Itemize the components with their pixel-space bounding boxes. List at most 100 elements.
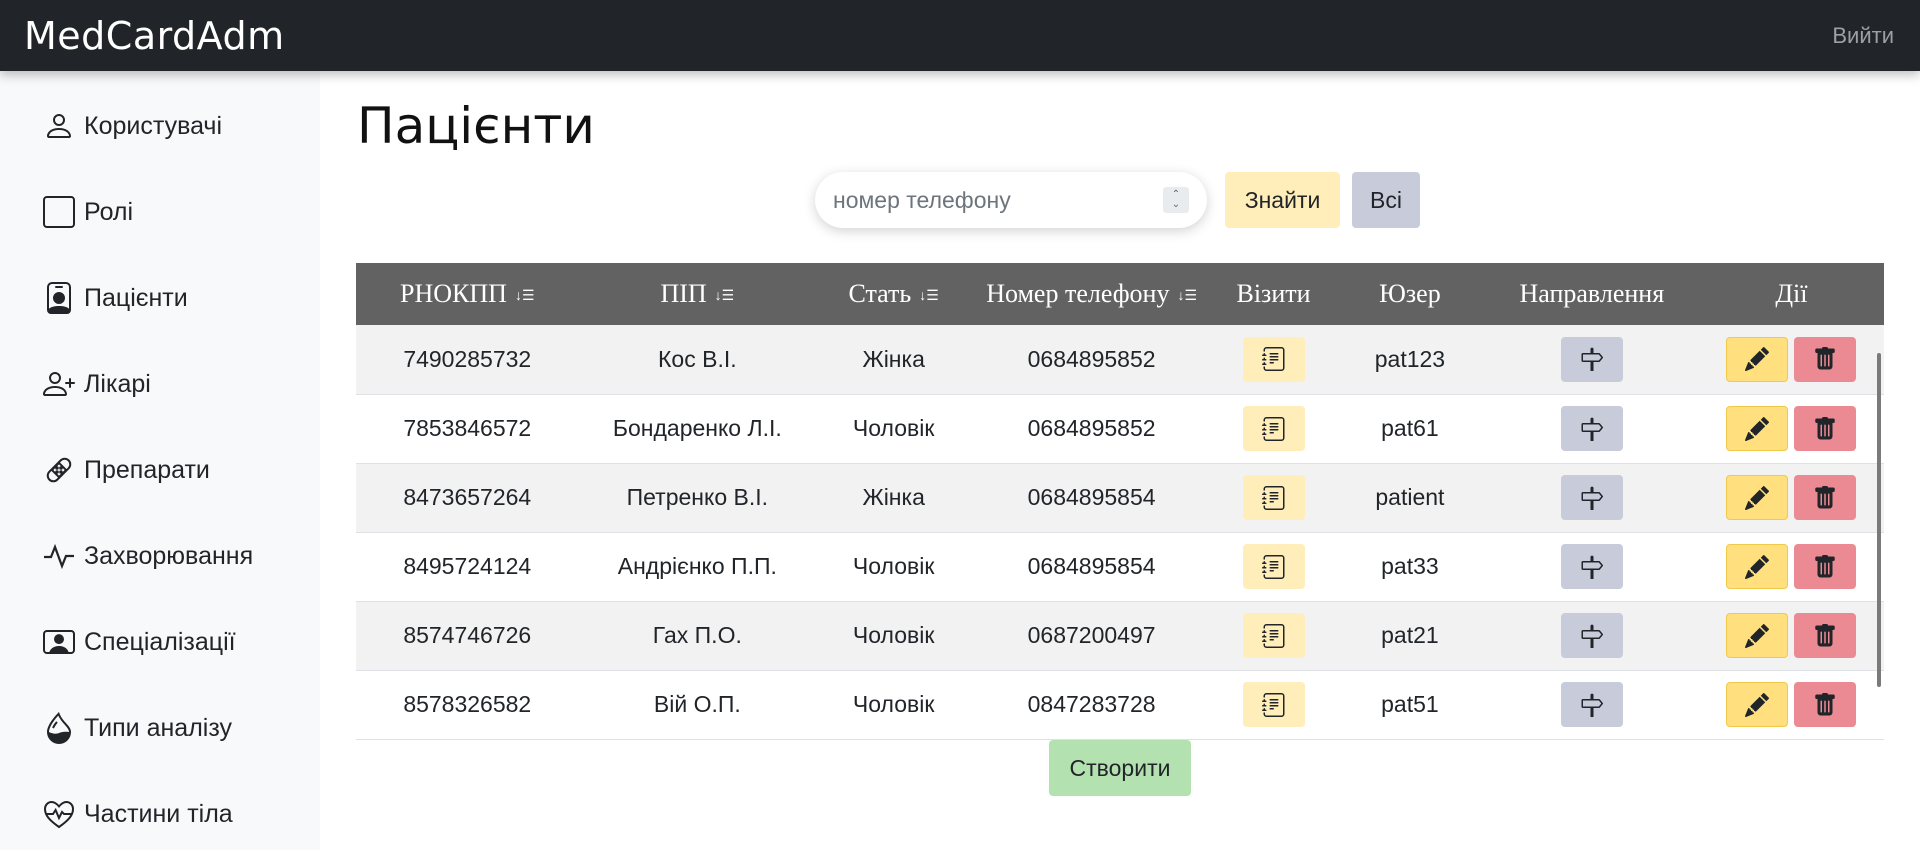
column-header-phone[interactable]: Номер телефону ↓☰	[971, 263, 1212, 325]
edit-button[interactable]	[1726, 613, 1789, 658]
create-button[interactable]: Створити	[1049, 740, 1191, 796]
visits-button[interactable]	[1242, 613, 1305, 658]
edit-button[interactable]	[1726, 336, 1789, 382]
cell-visits	[1212, 601, 1335, 670]
page-title: Пацієнти	[357, 97, 595, 155]
search-placeholder: номер телефону	[833, 186, 1011, 213]
cell-visits	[1212, 325, 1335, 394]
top-navbar: MedCardAdm Вийти	[0, 0, 1920, 71]
cell-gender: Жінка	[862, 484, 925, 510]
delete-button[interactable]	[1794, 406, 1857, 451]
referral-button[interactable]	[1560, 544, 1623, 589]
sidebar-item-label: Типи аналізу	[84, 713, 233, 742]
sidebar-item-label: Ролі	[84, 197, 134, 226]
find-button[interactable]: Знайти	[1225, 172, 1340, 228]
edit-button[interactable]	[1726, 682, 1789, 727]
brand-logo[interactable]: MedCardAdm	[24, 14, 285, 58]
sidebar-item-roles[interactable]: Ролі	[0, 169, 320, 255]
journal-text-icon	[1261, 416, 1284, 441]
table-scrollbar[interactable]	[1877, 353, 1881, 687]
referral-button[interactable]	[1560, 613, 1623, 658]
journal-text-icon	[1261, 623, 1284, 648]
sidebar-item-diseases[interactable]: Захворювання	[0, 513, 320, 599]
edit-button[interactable]	[1726, 475, 1789, 520]
cell-actions	[1699, 463, 1884, 532]
trash-icon	[1815, 554, 1836, 577]
visits-button[interactable]	[1242, 475, 1305, 520]
sidebar-item-analysis-types[interactable]: Типи аналізу	[0, 685, 320, 771]
sidebar-item-patients[interactable]: Пацієнти	[0, 255, 320, 341]
cell-actions	[1699, 532, 1884, 601]
visits-button[interactable]	[1242, 336, 1305, 382]
journal-text-icon	[1261, 485, 1284, 510]
signpost-icon	[1581, 624, 1603, 648]
sidebar-item-medicines[interactable]: Препарати	[0, 427, 320, 513]
cell-name: Бондаренко Л.І.	[612, 415, 782, 441]
sidebar-item-label: Частини тіла	[84, 799, 233, 828]
sidebar-item-doctors[interactable]: Лікарі	[0, 341, 320, 427]
column-header-visits: Візити	[1236, 279, 1311, 308]
sidebar-item-specializations[interactable]: Спеціалізації	[0, 599, 320, 685]
bandage-icon	[42, 453, 76, 487]
person-video-icon	[42, 625, 76, 659]
delete-button[interactable]	[1794, 544, 1857, 589]
column-header-name[interactable]: ПІП ↓☰	[579, 263, 817, 325]
visits-button[interactable]	[1242, 544, 1305, 589]
square-icon	[42, 195, 76, 229]
referral-button[interactable]	[1560, 406, 1623, 451]
table-row: 8578326582 Вій О.П. Чоловік 0847283728 p…	[356, 670, 1884, 739]
referral-button[interactable]	[1560, 336, 1623, 382]
sidebar-item-users[interactable]: Користувачі	[0, 83, 320, 169]
referral-button[interactable]	[1560, 682, 1623, 727]
signpost-icon	[1581, 486, 1603, 510]
cell-user: pat33	[1381, 553, 1439, 579]
sort-icon[interactable]: ↓☰	[515, 288, 535, 305]
delete-button[interactable]	[1794, 613, 1857, 658]
cell-user: pat51	[1381, 691, 1439, 717]
referral-button[interactable]	[1560, 475, 1623, 520]
column-header-rnokpp[interactable]: РНОКПП ↓☰	[356, 263, 579, 325]
cell-actions	[1699, 394, 1884, 463]
signpost-icon	[1581, 555, 1603, 579]
phone-search-input[interactable]: номер телефону ⌃ ⌄	[815, 172, 1207, 228]
delete-button[interactable]	[1794, 475, 1857, 520]
number-spinner-icon[interactable]: ⌃ ⌄	[1163, 187, 1189, 213]
cell-visits	[1212, 463, 1335, 532]
patients-table: РНОКПП ↓☰ ПІП ↓☰ Стать ↓☰ Номер телефону ↓☰ …	[356, 263, 1884, 740]
signpost-icon	[1581, 693, 1603, 717]
cell-rnokpp: 8473657264	[403, 484, 532, 510]
activity-icon	[42, 539, 76, 573]
cell-referrals	[1485, 325, 1699, 394]
cell-user: pat61	[1381, 415, 1439, 441]
visits-button[interactable]	[1242, 682, 1305, 727]
delete-button[interactable]	[1794, 336, 1857, 382]
logout-link[interactable]: Вийти	[1832, 23, 1894, 49]
trash-icon	[1815, 347, 1836, 370]
cell-phone: 0847283728	[1027, 691, 1156, 717]
delete-button[interactable]	[1794, 682, 1857, 727]
sort-icon[interactable]: ↓☰	[919, 288, 939, 305]
pen-icon	[1745, 347, 1770, 372]
table-row: 7853846572 Бондаренко Л.І. Чоловік 06848…	[356, 394, 1884, 463]
column-header-user: Юзер	[1379, 279, 1441, 308]
droplet-half-icon	[42, 711, 76, 745]
journal-text-icon	[1261, 347, 1284, 372]
trash-icon	[1815, 623, 1836, 646]
cell-name: Вій О.П.	[653, 691, 741, 717]
cell-visits	[1212, 394, 1335, 463]
visits-button[interactable]	[1242, 406, 1305, 451]
edit-button[interactable]	[1726, 406, 1789, 451]
show-all-button[interactable]: Всі	[1352, 172, 1420, 228]
sidebar-item-label: Пацієнти	[84, 283, 188, 312]
cell-phone: 0687200497	[1027, 622, 1156, 648]
person-icon	[42, 109, 76, 143]
edit-button[interactable]	[1726, 544, 1789, 589]
cell-user: pat123	[1374, 345, 1446, 372]
pen-icon	[1745, 623, 1770, 648]
column-header-gender[interactable]: Стать ↓☰	[816, 263, 971, 325]
cell-gender: Чоловік	[852, 691, 935, 717]
sort-icon[interactable]: ↓☰	[715, 288, 735, 305]
trash-icon	[1815, 692, 1836, 715]
sidebar-item-body-parts[interactable]: Частини тіла	[0, 771, 320, 857]
sort-icon[interactable]: ↓☰	[1177, 288, 1197, 305]
